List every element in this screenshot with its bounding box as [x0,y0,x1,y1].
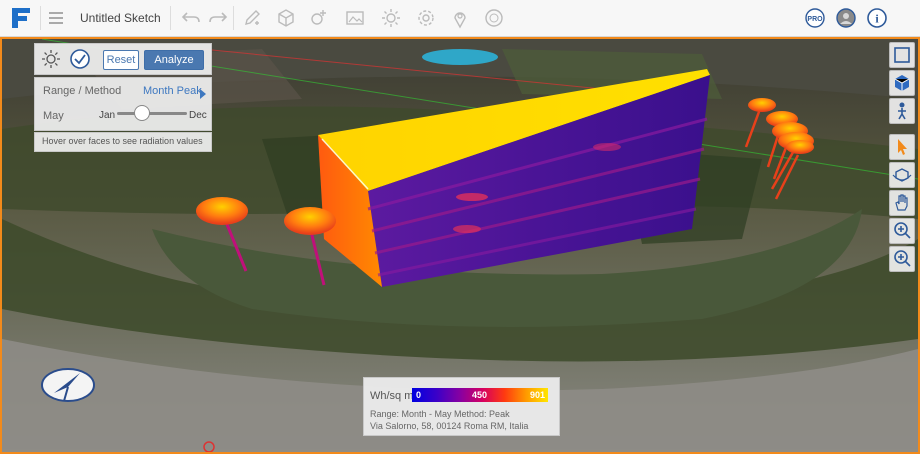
info-icon[interactable]: i [866,7,888,29]
check-icon[interactable] [69,48,91,70]
range-method-value[interactable]: Month Peak [143,85,202,97]
top-toolbar: Untitled Sketch PRO i [0,0,920,37]
range-method-label: Range / Method [43,85,122,97]
image-icon[interactable] [344,7,366,29]
hint-panel: Hover over faces to see radiation values [34,132,212,152]
reset-button[interactable]: Reset [103,50,139,70]
range-panel: Range / Method Month Peak May Jan Dec [34,77,212,131]
slider-start-label: Jan [99,110,116,121]
frame-view-icon[interactable] [889,42,915,68]
legend-mid: 450 [472,390,488,400]
legend-min: 0 [416,390,422,400]
toolbar-divider [170,6,171,30]
zoom-extents-icon[interactable] [889,246,915,272]
cube-view-icon[interactable] [889,70,915,96]
sun-settings-icon[interactable] [41,49,61,69]
month-slider-handle[interactable] [134,105,151,121]
add-object-icon[interactable] [308,7,330,29]
pro-badge-icon[interactable]: PRO [804,7,826,29]
month-slider[interactable] [117,112,187,115]
location-address: Via Salorno, 58, 00124 Roma RM, Italia [370,421,529,431]
redo-icon[interactable] [207,7,229,29]
logo-icon[interactable] [10,6,32,30]
month-label: May [43,110,64,122]
compass-icon[interactable] [40,365,96,405]
hover-hint: Hover over faces to see radiation values [42,136,203,146]
badge-icon[interactable] [483,7,505,29]
slider-end-label: Dec [189,110,207,121]
3d-viewport[interactable]: Reset Analyze Range / Method Month Peak … [0,37,920,454]
orbit-icon[interactable] [889,162,915,188]
avatar[interactable] [835,7,857,29]
zoom-in-icon[interactable] [889,218,915,244]
analyze-button[interactable]: Analyze [144,50,204,70]
radiation-legend: Wh/sq m 0 450 901 Range: Month - May Met… [363,377,560,436]
toolbar-divider [40,6,41,30]
legend-unit: Wh/sq m [370,390,414,402]
analysis-controls: Reset Analyze [34,43,212,75]
gear-icon[interactable] [415,7,437,29]
chevron-right-icon[interactable] [199,86,207,99]
walk-icon[interactable] [889,98,915,124]
sketch-title[interactable]: Untitled Sketch [80,11,161,25]
undo-icon[interactable] [180,7,202,29]
pro-label: PRO [807,16,823,23]
legend-range-line: Range: Month - May Method: Peak [370,409,510,419]
menu-icon[interactable] [48,10,64,26]
pan-hand-icon[interactable] [889,190,915,216]
box-icon[interactable] [275,7,297,29]
location-icon[interactable] [449,7,471,29]
toolbar-divider [233,6,234,30]
pencil-icon[interactable] [241,7,263,29]
legend-max: 901 [530,390,546,400]
sun-icon[interactable] [380,7,402,29]
select-cursor-icon[interactable] [889,134,915,160]
